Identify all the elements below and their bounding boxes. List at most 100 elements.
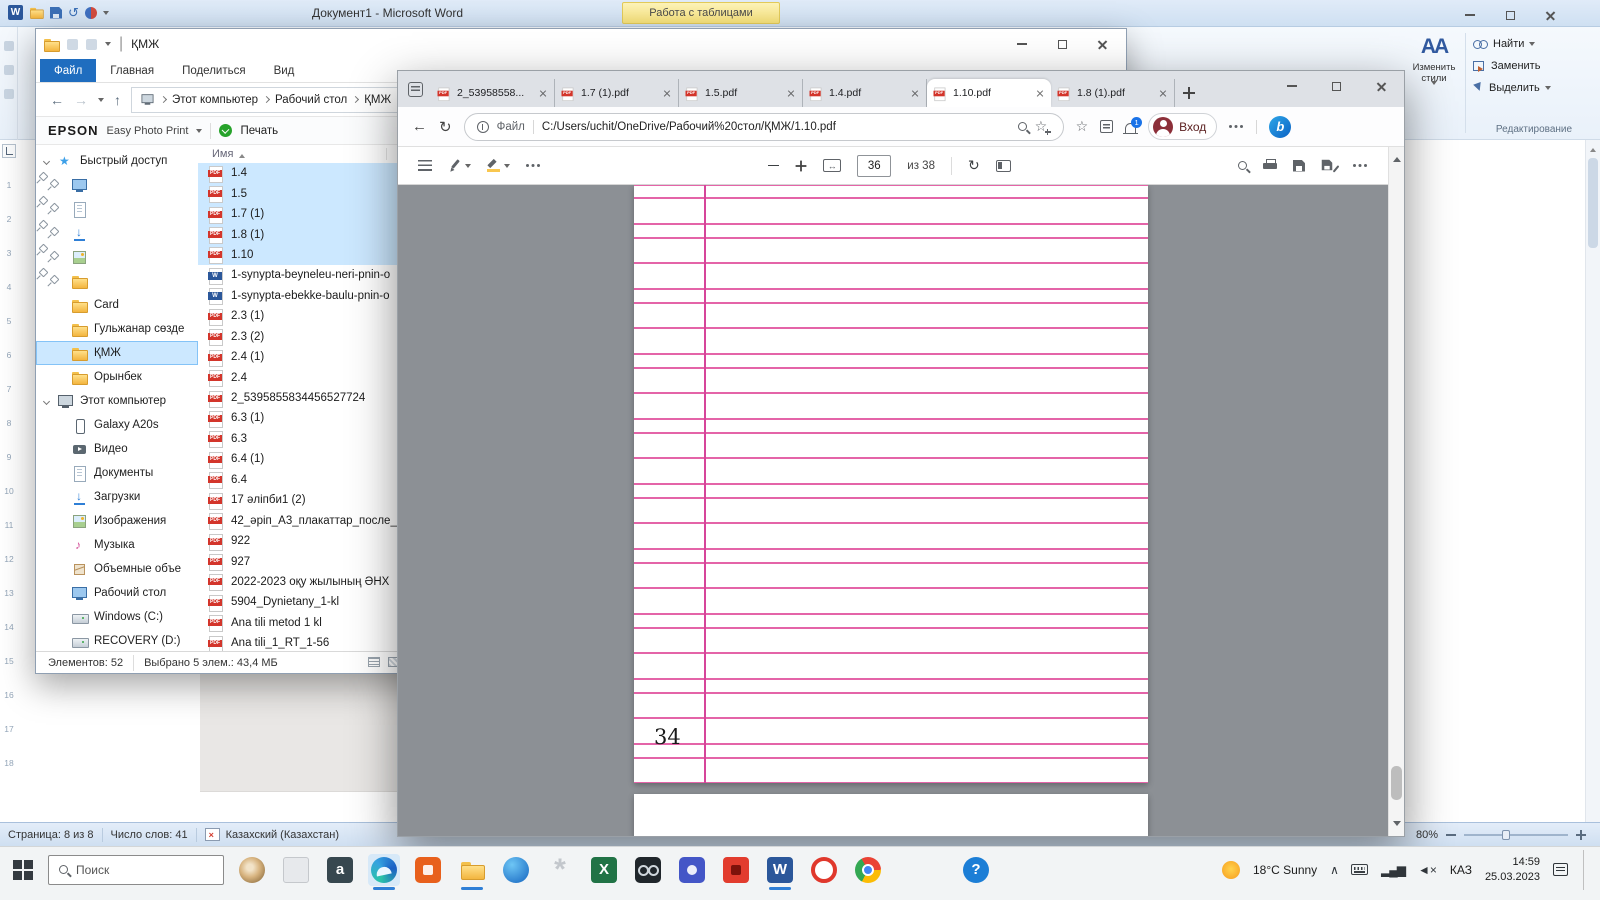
breadcrumb-segment[interactable]: Этот компьютер: [172, 94, 269, 106]
explorer-qat-icon[interactable]: [86, 39, 97, 50]
forward-button[interactable]: →: [74, 92, 88, 108]
name-column-header[interactable]: Имя: [212, 148, 387, 160]
proofing-status-icon[interactable]: ×: [205, 828, 220, 841]
qat-more-icon[interactable]: [103, 11, 109, 18]
bing-icon[interactable]: b: [1269, 116, 1291, 138]
ribbon-tab[interactable]: Вид: [260, 59, 309, 82]
show-desktop-button[interactable]: [1583, 850, 1588, 890]
find-button[interactable]: Найти: [1473, 33, 1595, 55]
maximize-button[interactable]: [1042, 31, 1082, 57]
change-styles-button[interactable]: АА Изменить стили: [1405, 35, 1463, 103]
zoom-slider-thumb[interactable]: [1502, 830, 1510, 840]
browser-tab[interactable]: 1.10.pdf: [927, 79, 1051, 107]
close-tab-icon[interactable]: [1036, 89, 1044, 97]
sidebar-item[interactable]: Рабочий стол: [36, 173, 72, 197]
settings-menu-icon[interactable]: [1229, 125, 1244, 129]
sidebar-item[interactable]: Гульжанар сөзде: [36, 317, 198, 341]
sidebar-item[interactable]: 1515: [36, 269, 72, 293]
maximize-button[interactable]: [1314, 71, 1359, 101]
ribbon-tab[interactable]: Файл: [40, 59, 96, 82]
zoom-level[interactable]: 80%: [1416, 829, 1438, 841]
sidebar-item[interactable]: Загрузки: [36, 485, 198, 509]
sidebar-item[interactable]: Быстрый доступ: [36, 149, 198, 173]
close-tab-icon[interactable]: [1159, 89, 1167, 97]
ribbon-tab[interactable]: Поделиться: [168, 59, 260, 82]
table-tools-context-tab[interactable]: Работа с таблицами: [622, 2, 780, 24]
hidden-icons-chevron[interactable]: ∧: [1330, 863, 1338, 877]
page-indicator[interactable]: Страница: 8 из 8: [8, 829, 94, 841]
minimize-button[interactable]: [1450, 2, 1490, 28]
recent-locations-icon[interactable]: [98, 98, 104, 105]
save-as-icon[interactable]: [1321, 159, 1337, 173]
sidebar-item[interactable]: Документы: [36, 461, 198, 485]
weather-sun-icon[interactable]: [1222, 861, 1240, 879]
sidebar-item[interactable]: Документы: [36, 197, 72, 221]
back-icon[interactable]: ←: [412, 118, 427, 135]
zoom-slider[interactable]: [1464, 834, 1568, 836]
favorites-icon[interactable]: ☆: [1076, 118, 1089, 135]
back-button[interactable]: ←: [50, 92, 64, 108]
browser-tab[interactable]: 1.5.pdf: [679, 79, 803, 107]
more-tools-icon[interactable]: [526, 164, 541, 168]
zoom-in-icon[interactable]: [796, 160, 807, 171]
close-tab-icon[interactable]: [663, 89, 671, 97]
replace-button[interactable]: Заменить: [1473, 55, 1595, 77]
more-options-icon[interactable]: [1353, 164, 1368, 168]
word-scroll-thumb[interactable]: [1588, 158, 1598, 248]
close-button[interactable]: [1082, 31, 1122, 57]
maximize-button[interactable]: [1490, 2, 1530, 28]
fit-to-width-icon[interactable]: ↔: [823, 159, 841, 172]
zoom-icon[interactable]: [1018, 122, 1027, 131]
close-tab-icon[interactable]: [539, 89, 547, 97]
qat-more-icon[interactable]: [105, 42, 111, 49]
page-info-icon[interactable]: [477, 121, 489, 133]
minimize-button[interactable]: [1269, 71, 1314, 101]
close-tab-icon[interactable]: [787, 89, 795, 97]
tab-actions-icon[interactable]: [408, 82, 423, 97]
clock[interactable]: 14:59 25.03.2023: [1485, 855, 1540, 884]
folder-icon[interactable]: [30, 6, 43, 19]
sidebar-item[interactable]: Этот компьютер: [36, 389, 198, 413]
redo-icon[interactable]: [85, 7, 97, 19]
browser-tab[interactable]: 1.4.pdf: [803, 79, 927, 107]
close-tab-icon[interactable]: [911, 89, 919, 97]
sidebar-item[interactable]: Загрузки: [36, 221, 72, 245]
browser-tab[interactable]: 2_53958558...: [431, 79, 555, 107]
explorer-qat-icon[interactable]: [67, 39, 78, 50]
collections-icon[interactable]: [1100, 120, 1113, 133]
sidebar-item[interactable]: Орынбек: [36, 365, 198, 389]
keyboard-icon[interactable]: [1351, 864, 1368, 875]
ruler-tab-selector[interactable]: [2, 144, 16, 158]
sidebar-item[interactable]: RECOVERY (D:): [36, 629, 198, 651]
up-button[interactable]: ↑: [114, 92, 121, 108]
sidebar-item[interactable]: Музыка: [36, 533, 198, 557]
search-icon[interactable]: [1238, 161, 1247, 170]
action-center-icon[interactable]: [1553, 863, 1568, 876]
browser-tab[interactable]: 1.7 (1).pdf: [555, 79, 679, 107]
sidebar-item[interactable]: Видео: [36, 437, 198, 461]
pdf-scrollbar[interactable]: [1388, 147, 1404, 836]
sidebar-item[interactable]: Рабочий стол: [36, 581, 198, 605]
details-view-icon[interactable]: [368, 657, 380, 667]
word-scrollbar[interactable]: [1585, 140, 1600, 822]
page-view-icon[interactable]: [996, 160, 1011, 172]
sidebar-item[interactable]: Изображения: [36, 245, 72, 269]
close-button[interactable]: [1530, 2, 1570, 28]
save-icon[interactable]: [50, 7, 62, 19]
language-indicator[interactable]: КАЗ: [1450, 863, 1472, 877]
epson-print-icon[interactable]: [219, 124, 232, 137]
word-app-icon[interactable]: W: [8, 5, 23, 20]
sidebar-item[interactable]: Galaxy A20s: [36, 413, 198, 437]
select-button[interactable]: Выделить: [1473, 77, 1595, 99]
add-favorite-icon[interactable]: ☆: [1035, 119, 1051, 135]
epson-print-button[interactable]: Печать: [240, 125, 278, 137]
zoom-in-icon[interactable]: [1576, 830, 1586, 840]
undo-icon[interactable]: ↺: [68, 6, 79, 19]
draw-tool-button[interactable]: [448, 159, 471, 172]
ribbon-tab[interactable]: Главная: [96, 59, 168, 82]
pdf-contents-icon[interactable]: [418, 160, 432, 171]
sidebar-item[interactable]: Windows (C:): [36, 605, 198, 629]
expand-chevron-icon[interactable]: [43, 397, 50, 404]
network-icon[interactable]: ▂▄▆: [1381, 863, 1405, 877]
sidebar-item[interactable]: Изображения: [36, 509, 198, 533]
